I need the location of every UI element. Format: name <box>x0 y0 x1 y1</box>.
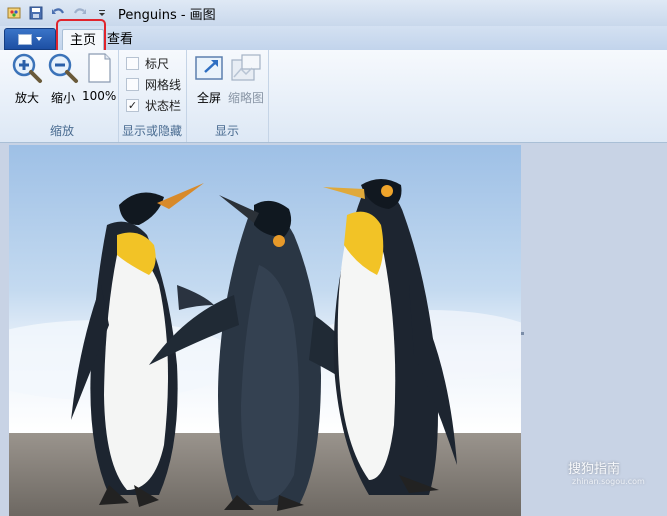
ribbon-panel: 放大 缩小 100% 缩放 显示或隐藏 标尺 网格线 ✓ 状态栏 全屏 缩略图 … <box>0 50 667 143</box>
page-icon <box>88 53 111 83</box>
thumbnail-label: 缩略图 <box>227 91 264 105</box>
penguins-image-canvas[interactable] <box>9 145 521 516</box>
thumbnail-button[interactable]: 缩略图 <box>226 52 266 106</box>
tab-view[interactable]: 查看 <box>106 29 134 50</box>
gridlines-label: 网格线 <box>145 77 182 92</box>
zoom-out-icon <box>48 53 78 83</box>
zoom-in-button[interactable]: 放大 <box>10 52 44 106</box>
gridlines-checkbox[interactable] <box>126 77 139 91</box>
display-group: 全屏 缩略图 显示 <box>186 50 269 142</box>
ruler-checkbox[interactable] <box>126 56 139 70</box>
ruler-label: 标尺 <box>145 56 170 71</box>
penguins-photo <box>9 145 521 516</box>
actual-size-label: 100% <box>82 89 117 103</box>
zoom-group: 放大 缩小 100% 缩放 <box>6 50 119 142</box>
watermark-text: 搜狗指南 <box>568 462 621 477</box>
gridlines-checkbox-row[interactable]: 网格线 <box>126 75 181 93</box>
display-group-label: 显示 <box>214 124 239 138</box>
ruler-checkbox-row[interactable]: 标尺 <box>126 54 169 72</box>
zoom-out-button[interactable]: 缩小 <box>46 52 80 106</box>
window-title: Penguins - 画图 <box>118 7 216 23</box>
chevron-down-icon <box>36 37 42 41</box>
statusbar-checkbox[interactable]: ✓ <box>126 98 139 112</box>
show-hide-group-label: 显示或隐藏 <box>121 124 182 138</box>
paint-app-icon[interactable] <box>6 5 22 21</box>
fullscreen-icon <box>195 56 223 80</box>
actual-size-button[interactable]: 100% <box>82 52 116 103</box>
zoom-out-label: 缩小 <box>50 91 75 105</box>
statusbar-checkbox-row[interactable]: ✓ 状态栏 <box>126 96 181 114</box>
thumbnail-icon <box>231 54 261 81</box>
document-icon <box>18 33 32 45</box>
canvas-work-area[interactable] <box>0 143 667 516</box>
zoom-in-icon <box>12 53 42 83</box>
fullscreen-label: 全屏 <box>196 91 221 105</box>
watermark-url: zhinan.sogou.com <box>572 477 645 486</box>
watermark: 搜狗指南 zhinan.sogou.com <box>568 458 645 486</box>
canvas-resize-handle[interactable] <box>521 332 524 335</box>
zoom-in-label: 放大 <box>14 91 39 105</box>
zoom-group-label: 缩放 <box>49 124 74 138</box>
statusbar-label: 状态栏 <box>145 98 182 113</box>
save-icon[interactable] <box>28 5 44 21</box>
paint-menu-button[interactable] <box>4 28 56 50</box>
fullscreen-button[interactable]: 全屏 <box>190 52 228 106</box>
